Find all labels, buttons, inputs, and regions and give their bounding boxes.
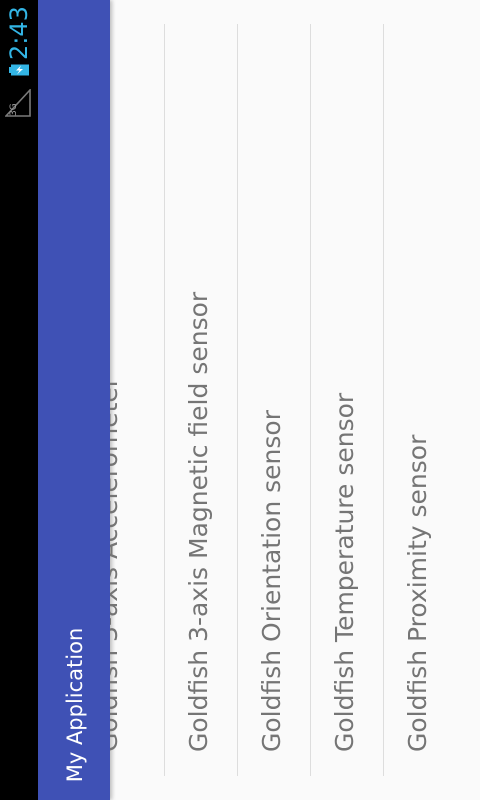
list-item-label: Goldfish Proximity sensor bbox=[403, 434, 432, 752]
list-item-label: Goldfish 3-axis Accelerometer bbox=[110, 376, 123, 752]
list-item-accelerometer[interactable]: Goldfish 3-axis Accelerometer bbox=[110, 0, 148, 800]
status-bar: 2:43 3G bbox=[0, 0, 38, 800]
sensor-list[interactable]: Goldfish 3-axis Accelerometer Goldfish 3… bbox=[110, 0, 480, 800]
list-item-proximity[interactable]: Goldfish Proximity sensor bbox=[384, 0, 457, 800]
network-type-label: 3G bbox=[9, 103, 19, 116]
signal-3g-icon: 3G bbox=[5, 89, 31, 117]
app-title: My Application bbox=[63, 627, 87, 783]
list-item-label: Goldfish 3-axis Magnetic field sensor bbox=[184, 291, 213, 752]
status-time: 2:43 bbox=[5, 6, 33, 60]
app-bar: My Application bbox=[38, 0, 110, 800]
battery-charging-icon bbox=[9, 64, 29, 76]
list-item-orientation[interactable]: Goldfish Orientation sensor bbox=[238, 0, 311, 800]
list-item-magnetic-field[interactable]: Goldfish 3-axis Magnetic field sensor bbox=[165, 0, 238, 800]
list-item-label: Goldfish Orientation sensor bbox=[257, 410, 286, 752]
list-item-label: Goldfish Temperature sensor bbox=[330, 392, 359, 752]
list-item-temperature[interactable]: Goldfish Temperature sensor bbox=[311, 0, 384, 800]
